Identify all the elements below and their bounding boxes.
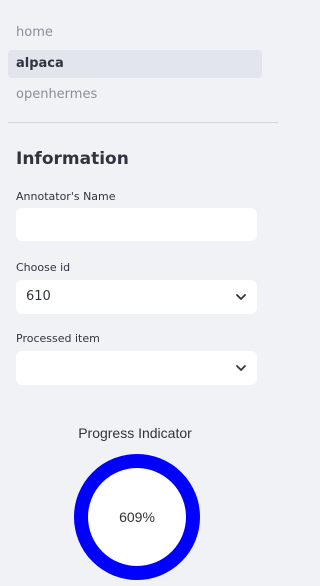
sidebar-item-openhermes[interactable]: openhermes bbox=[8, 81, 262, 109]
sidebar: home alpaca openhermes Information Annot… bbox=[0, 0, 278, 582]
sidebar-item-alpaca[interactable]: alpaca bbox=[8, 50, 262, 78]
choose-id-label: Choose id bbox=[16, 261, 71, 274]
progress-ring: 609% bbox=[72, 452, 202, 582]
chevron-down-icon bbox=[236, 294, 246, 300]
annotator-name-label: Annotator's Name bbox=[16, 190, 116, 203]
sidebar-divider bbox=[8, 122, 278, 123]
progress-title: Progress Indicator bbox=[78, 425, 192, 441]
progress-value: 609% bbox=[119, 509, 155, 525]
choose-id-value: 610 bbox=[26, 289, 51, 304]
choose-id-select[interactable]: 610 bbox=[16, 280, 257, 314]
sidebar-item-home[interactable]: home bbox=[8, 19, 262, 47]
processed-item-label: Processed item bbox=[16, 332, 100, 345]
sidebar-nav: home alpaca openhermes bbox=[8, 19, 262, 112]
annotator-name-input[interactable] bbox=[16, 208, 257, 241]
section-title: Information bbox=[16, 149, 129, 169]
chevron-down-icon bbox=[236, 365, 246, 371]
processed-item-select[interactable] bbox=[16, 351, 257, 385]
